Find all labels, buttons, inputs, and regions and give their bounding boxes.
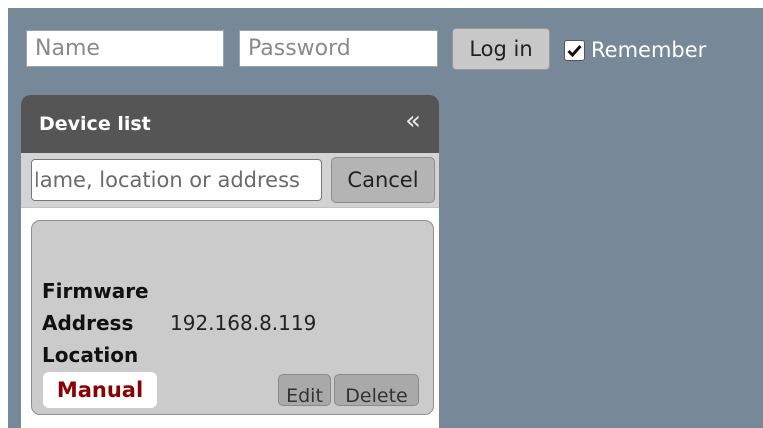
location-row: Location: [42, 343, 170, 367]
location-label: Location: [42, 343, 139, 367]
device-card[interactable]: Firmware Address 192.168.8.119 Location …: [31, 220, 434, 415]
remember-checkbox[interactable]: [564, 39, 585, 61]
checkmark-icon: [567, 44, 582, 57]
delete-button[interactable]: Delete: [334, 374, 419, 406]
device-list-panel: Device list « Cancel Firmware Address 19…: [21, 95, 439, 428]
edit-button[interactable]: Edit: [278, 374, 331, 406]
address-value: 192.168.8.119: [170, 311, 317, 335]
firmware-row: Firmware: [42, 279, 170, 303]
remember-toggle[interactable]: Remember: [564, 38, 706, 62]
cancel-button[interactable]: Cancel: [331, 157, 435, 203]
name-input[interactable]: [26, 30, 224, 67]
search-bar: Cancel: [21, 153, 439, 208]
address-row: Address 192.168.8.119: [42, 311, 316, 335]
firmware-label: Firmware: [42, 279, 149, 303]
collapse-icon[interactable]: «: [405, 108, 421, 140]
panel-header: Device list «: [21, 95, 439, 153]
password-input[interactable]: [239, 30, 438, 67]
device-search-input[interactable]: [31, 159, 322, 201]
app-background: Log in Remember Device list « Cancel Fir…: [8, 8, 763, 428]
login-button[interactable]: Log in: [452, 28, 550, 70]
address-label: Address: [42, 311, 134, 335]
remember-label: Remember: [591, 38, 707, 62]
mode-badge: Manual: [43, 372, 157, 408]
panel-title: Device list: [39, 113, 151, 135]
